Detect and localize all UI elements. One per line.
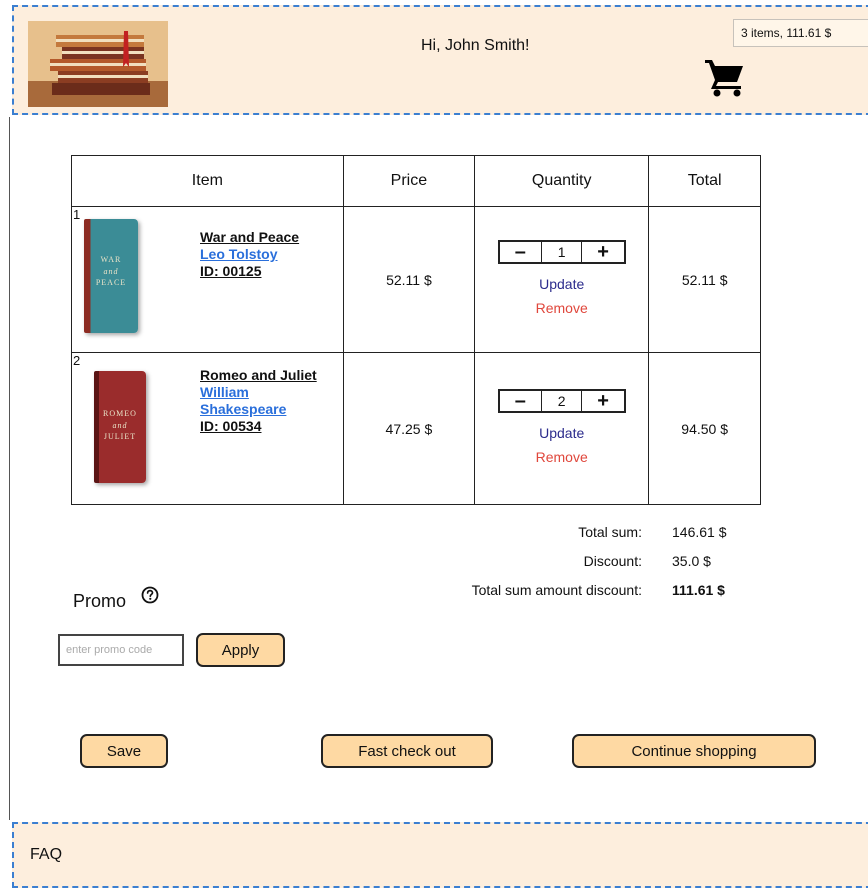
cover-text: ROMEO — [103, 409, 137, 418]
update-link[interactable]: Update — [476, 272, 647, 296]
discount-value: 35.0 $ — [672, 553, 711, 569]
discount-label: Discount: — [583, 553, 642, 569]
book-cover-image[interactable]: ROMEO and JULIET — [94, 371, 146, 483]
book-id: ID: 00125 — [200, 263, 262, 279]
continue-shopping-button[interactable]: Continue shopping — [572, 734, 816, 768]
cover-text: JULIET — [103, 432, 137, 441]
final-total-label: Total sum amount discount: — [471, 582, 642, 598]
increment-button[interactable]: + — [582, 242, 623, 262]
total-cell: 94.50 $ — [648, 352, 761, 505]
column-header-total: Total — [648, 155, 761, 207]
totals-values: 146.61 $ 35.0 $ 111.61 $ — [672, 518, 762, 605]
book-cover-image[interactable]: WAR and PEACE — [84, 219, 138, 333]
header: Hi, John Smith! 3 items, 111.61 $ — [12, 5, 868, 115]
book-id: ID: 00534 — [200, 418, 262, 434]
cover-text: and — [112, 421, 128, 430]
total-cell: 52.11 $ — [648, 206, 761, 353]
update-link[interactable]: Update — [476, 421, 647, 445]
quantity-input[interactable]: 1 — [541, 241, 583, 262]
book-info: Romeo and Juliet William Shakespeare ID:… — [200, 367, 317, 435]
cover-text: PEACE — [95, 278, 127, 287]
quantity-cell: – 1 + Update Remove — [474, 206, 650, 353]
cart-summary-badge[interactable]: 3 items, 111.61 $ — [733, 19, 868, 47]
cover-text: and — [103, 267, 119, 276]
quantity-actions: Update Remove — [476, 272, 647, 320]
price-cell: 47.25 $ — [342, 352, 476, 505]
promo-code-input[interactable] — [58, 634, 184, 666]
quantity-input[interactable]: 2 — [541, 390, 583, 411]
quantity-actions: Update Remove — [476, 421, 647, 469]
fast-checkout-button[interactable]: Fast check out — [321, 734, 493, 768]
increment-button[interactable]: + — [582, 391, 623, 411]
totals-labels: Total sum: Discount: Total sum amount di… — [400, 518, 642, 605]
final-total-value: 111.61 $ — [672, 582, 725, 598]
promo-label: Promo — [73, 591, 127, 611]
cover-text: WAR — [100, 255, 122, 264]
shopping-cart-icon[interactable] — [703, 54, 747, 98]
total-sum-label: Total sum: — [578, 524, 642, 540]
item-cell: 2 ROMEO and JULIET Romeo and Juliet Will… — [71, 352, 344, 505]
column-header-price: Price — [342, 155, 476, 207]
greeting-text: Hi, John Smith! — [421, 37, 530, 54]
page-left-border — [9, 117, 10, 820]
cart-table: Item Price Quantity Total 1 WAR and PEAC… — [71, 155, 761, 505]
quantity-stepper: – 1 + — [497, 239, 626, 264]
item-cell: 1 WAR and PEACE War and Peace Leo Tolsto… — [71, 206, 344, 353]
apply-promo-button[interactable]: Apply — [196, 633, 285, 667]
table-row: 1 WAR and PEACE War and Peace Leo Tolsto… — [71, 206, 761, 353]
footer: FAQ — [12, 822, 868, 888]
quantity-cell: – 2 + Update Remove — [474, 352, 650, 505]
question-circle-icon[interactable] — [141, 586, 159, 604]
remove-link[interactable]: Remove — [476, 296, 647, 320]
quantity-stepper: – 2 + — [497, 388, 626, 413]
column-header-item: Item — [71, 155, 344, 207]
faq-link[interactable]: FAQ — [30, 846, 62, 864]
book-title[interactable]: War and Peace — [200, 229, 299, 246]
table-header-row: Item Price Quantity Total — [71, 155, 761, 207]
remove-link[interactable]: Remove — [476, 445, 647, 469]
book-title[interactable]: Romeo and Juliet — [200, 367, 317, 384]
row-number: 1 — [73, 207, 81, 222]
decrement-button[interactable]: – — [500, 391, 541, 411]
book-author-link[interactable]: William Shakespeare — [200, 384, 310, 418]
column-header-quantity: Quantity — [474, 155, 650, 207]
stacked-books-icon — [28, 21, 168, 107]
save-button[interactable]: Save — [80, 734, 168, 768]
total-sum-value: 146.61 $ — [672, 524, 727, 540]
price-cell: 52.11 $ — [342, 206, 476, 353]
row-number: 2 — [73, 353, 81, 368]
books-banner-image — [28, 21, 168, 107]
book-info: War and Peace Leo Tolstoy ID: 00125 — [200, 229, 299, 280]
book-author-link[interactable]: Leo Tolstoy — [200, 246, 299, 263]
table-row: 2 ROMEO and JULIET Romeo and Juliet Will… — [71, 352, 761, 505]
decrement-button[interactable]: – — [500, 242, 541, 262]
